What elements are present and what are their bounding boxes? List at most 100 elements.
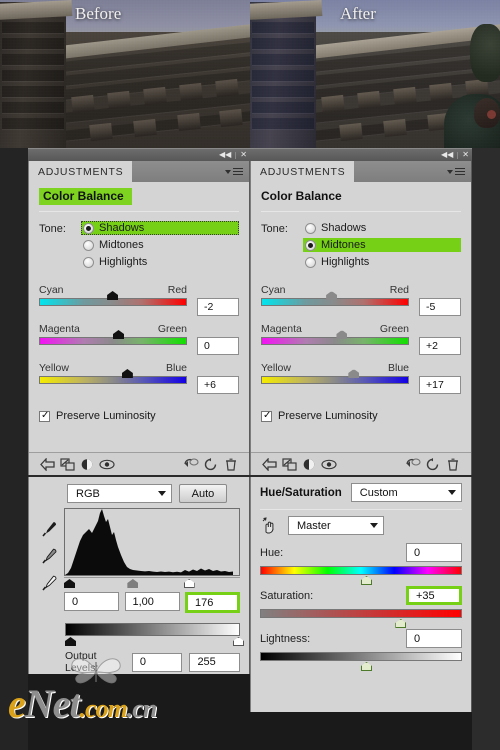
radio-button-icon [305,239,316,251]
hue-track[interactable] [260,566,462,575]
left-panel-titlebar: ◀◀ ✕ [28,148,250,161]
saturation-thumb[interactable] [395,619,407,628]
tone-selector-left: Tone: Shadows Midtones Highlights [39,221,239,272]
close-icon[interactable]: ✕ [462,151,469,159]
saturation-value[interactable]: +35 [406,586,462,605]
radio-shadows[interactable]: Shadows [81,221,239,235]
yellow-blue-track[interactable] [261,376,409,384]
black-point-eyedropper-icon[interactable] [40,520,58,538]
close-icon[interactable]: ✕ [240,151,247,159]
tab-adjustments[interactable]: ADJUSTMENTS [251,161,355,182]
radio-shadows[interactable]: Shadows [303,221,461,235]
preview-previous-icon[interactable] [181,456,201,473]
hue-thumb[interactable] [361,576,372,585]
clip-to-layer-icon[interactable] [57,456,77,473]
radio-midtones[interactable]: Midtones [81,238,239,252]
slider-right-label: Green [379,323,409,335]
collapse-icon[interactable]: ◀◀ [219,151,231,159]
output-white-value[interactable]: 255 [189,652,240,672]
mask-toggle-icon[interactable] [77,456,97,473]
cyan-red-value[interactable]: -2 [197,298,239,316]
watermark: eNet.com.cn [8,658,258,738]
lightness-label: Lightness: [260,632,311,645]
yellow-blue-value[interactable]: +17 [419,376,461,394]
preserve-luminosity-row-right[interactable]: Preserve Luminosity [261,410,461,422]
clip-to-layer-icon[interactable] [279,456,299,473]
hue-value[interactable]: 0 [406,543,462,562]
radio-highlights[interactable]: Highlights [81,255,239,269]
reset-icon[interactable] [201,456,221,473]
slider-yellow-blue-right: Yellow Blue +17 [261,362,461,394]
input-white-value[interactable]: 176 [185,592,240,613]
radio-midtones[interactable]: Midtones [303,238,461,252]
preset-select[interactable]: Custom [350,483,462,502]
left-adjustments-toolbar [29,452,249,475]
saturation-label: Saturation: [260,589,314,602]
radio-label: Highlights [99,256,148,268]
input-black-value[interactable]: 0 [64,592,119,611]
watermark-com: .com [79,694,128,723]
auto-button[interactable]: Auto [179,484,227,503]
magenta-green-track[interactable] [261,337,409,345]
preserve-luminosity-row-left[interactable]: Preserve Luminosity [39,410,239,422]
checkbox-icon[interactable] [261,410,272,422]
mask-toggle-icon[interactable] [299,456,319,473]
reset-icon[interactable] [423,456,443,473]
yellow-blue-value[interactable]: +6 [197,376,239,394]
black-output-thumb[interactable] [65,637,76,646]
panel-menu-area [354,161,471,182]
radio-highlights[interactable]: Highlights [303,255,461,269]
output-black-value[interactable]: 0 [131,652,183,672]
levels-input-slider[interactable] [64,577,240,588]
delete-trash-icon[interactable] [443,456,463,473]
lightness-value[interactable]: 0 [406,629,462,648]
channel-select[interactable]: Master [288,516,384,535]
eye-visibility-icon[interactable] [97,456,117,473]
white-point-eyedropper-icon[interactable] [40,574,58,592]
desktop-background-left [0,148,28,750]
lightness-thumb[interactable] [361,662,372,671]
panel-menu-icon[interactable] [225,167,243,176]
levels-channel-select[interactable]: RGB [67,484,172,503]
gray-point-eyedropper-icon[interactable] [40,547,58,565]
levels-channel-value: RGB [76,487,100,500]
lightness-track[interactable] [260,652,462,661]
magenta-green-value[interactable]: 0 [197,337,239,355]
delete-trash-icon[interactable] [221,456,241,473]
adjustment-title: Color Balance [261,189,342,203]
tone-label: Tone: [39,223,66,235]
eye-visibility-icon[interactable] [319,456,339,473]
white-output-thumb[interactable] [233,637,244,646]
preview-previous-icon[interactable] [403,456,423,473]
slider-magenta-green-right: Magenta Green +2 [261,323,461,355]
right-tab-row: ADJUSTMENTS [251,161,471,182]
output-levels-row: Output Levels: 0 255 [29,647,249,674]
slider-cyan-red-right: Cyan Red -5 [261,284,461,316]
levels-output-slider[interactable] [65,636,244,647]
white-input-thumb[interactable] [183,579,195,588]
slider-right-label: Red [389,284,409,296]
tab-adjustments[interactable]: ADJUSTMENTS [29,161,133,182]
photo-before: Before [0,0,250,152]
saturation-track[interactable] [260,609,462,618]
collapse-icon[interactable]: ◀◀ [441,151,453,159]
checkbox-icon[interactable] [39,410,50,422]
back-arrow-icon[interactable] [259,456,279,473]
right-panel-titlebar: ◀◀ ✕ [250,148,472,161]
foliage [470,24,500,82]
cyan-red-value[interactable]: -5 [419,298,461,316]
chevron-down-icon [448,490,456,495]
left-panel-heading: Color Balance [29,182,249,211]
gamma-input-thumb[interactable] [127,579,139,588]
chevron-down-icon [370,523,378,528]
radio-label: Shadows [99,222,145,234]
black-input-thumb[interactable] [64,579,75,588]
output-levels-label: Output Levels: [65,650,99,674]
panel-menu-icon[interactable] [447,167,465,176]
input-gamma-value[interactable]: 1,00 [124,592,180,611]
magenta-green-value[interactable]: +2 [419,337,461,355]
left-adjustments-panel: ADJUSTMENTS Color Balance Tone: Shadows [28,161,250,475]
yellow-blue-track[interactable] [39,376,187,384]
back-arrow-icon[interactable] [37,456,57,473]
on-image-adjust-hand-icon[interactable] [260,516,279,535]
